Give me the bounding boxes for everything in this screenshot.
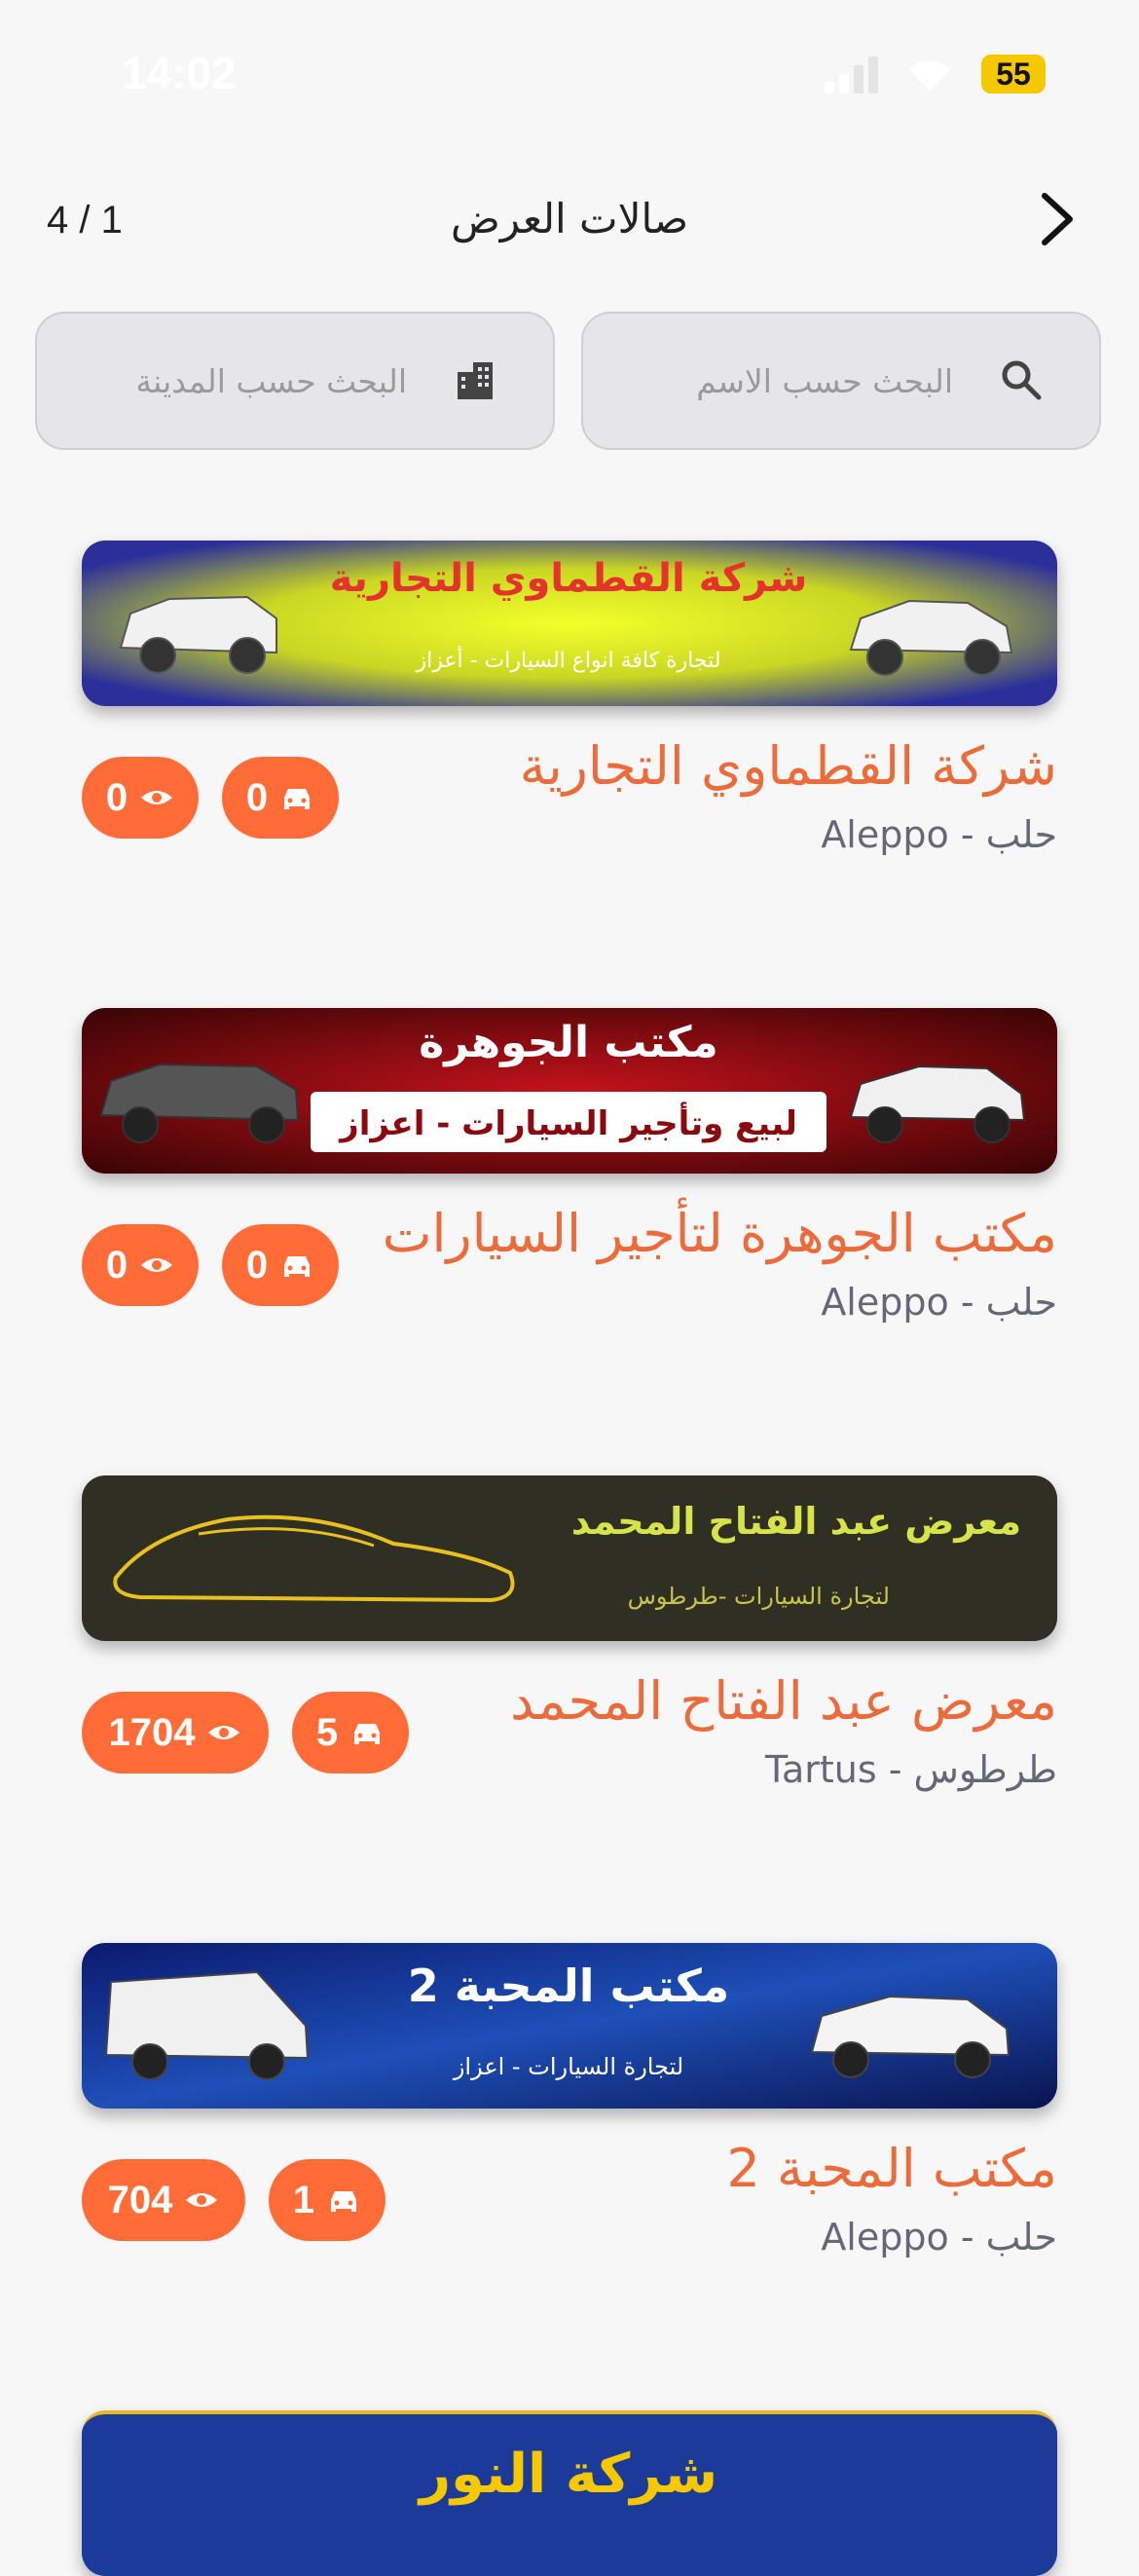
city-buildings-icon — [458, 362, 493, 399]
signal-icon — [825, 56, 878, 93]
city-search-placeholder: البحث حسب المدينة — [135, 362, 407, 400]
views-count-badge: 0 — [82, 1224, 199, 1306]
views-count: 0 — [105, 775, 129, 819]
showroom-city: Aleppo - حلب — [821, 813, 1057, 856]
city-search-input[interactable]: البحث حسب المدينة — [35, 312, 555, 450]
views-count-badge: 704 — [82, 2159, 245, 2241]
banner-image: معرض عبد الفتاح المحمد لتجارة السيارات -… — [82, 1475, 1057, 1641]
car-icon — [284, 1256, 311, 1277]
showroom-name: معرض عبد الفتاح المحمد — [510, 1670, 1057, 1732]
views-count: 0 — [105, 1243, 129, 1287]
name-search-input[interactable]: البحث حسب الاسم — [581, 312, 1101, 450]
cars-count-badge: 0 — [222, 1224, 339, 1306]
showroom-banner[interactable]: مكتب الجوهرة لبيع وتأجير السيارات - اعزا… — [82, 1008, 1057, 1174]
cars-count: 0 — [245, 1243, 269, 1287]
showroom-city: Tartus - طرطوس — [765, 1748, 1057, 1791]
cars-count: 0 — [245, 775, 269, 819]
banner-subtitle: لتجارة السيارات -طرطوس — [628, 1583, 890, 1610]
cars-count-badge: 5 — [292, 1692, 409, 1773]
status-bar: 14:02 55 — [0, 0, 1139, 146]
showroom-city: Aleppo - حلب — [821, 1281, 1057, 1324]
wifi-icon — [909, 60, 950, 93]
cars-count: 5 — [315, 1710, 339, 1754]
eye-icon — [141, 1258, 173, 1272]
showroom-banner[interactable]: شركة القطماوي التجارية لتجارة كافة انواع… — [82, 541, 1057, 706]
cars-count: 1 — [292, 2178, 315, 2221]
battery-indicator: 55 — [981, 55, 1046, 93]
header: 4 / 1 صالات العرض — [0, 175, 1139, 263]
banner-image: مكتب المحبة 2 لتجارة السيارات - اعزاز — [82, 1943, 1057, 2109]
showroom-banner[interactable]: معرض عبد الفتاح المحمد لتجارة السيارات -… — [82, 1475, 1057, 1641]
banner-title: شركة النور — [417, 2443, 717, 2506]
name-search-placeholder: البحث حسب الاسم — [696, 362, 953, 400]
banner-image: شركة القطماوي التجارية لتجارة كافة انواع… — [82, 541, 1057, 706]
eye-icon — [186, 2193, 218, 2207]
car-icon — [284, 789, 311, 809]
eye-icon — [141, 791, 173, 804]
status-time: 14:02 — [122, 48, 237, 98]
banner-title: شركة القطماوي التجارية — [330, 556, 808, 601]
back-chevron-icon[interactable] — [1027, 190, 1085, 248]
views-count-badge: 1704 — [82, 1692, 269, 1773]
views-count: 704 — [107, 2178, 173, 2221]
banner-subtitle: لتجارة كافة انواع السيارات - أعزاز — [416, 646, 721, 673]
showroom-name: شركة القطماوي التجارية — [519, 735, 1057, 797]
banner-image: شركة النور — [82, 2414, 1057, 2576]
showroom-banner[interactable]: شركة النور — [82, 2410, 1057, 2576]
banner-subtitle: لتجارة السيارات - اعزاز — [453, 2053, 683, 2080]
banner-image: مكتب الجوهرة لبيع وتأجير السيارات - اعزا… — [82, 1008, 1057, 1174]
showroom-name: مكتب المحبة 2 — [726, 2138, 1057, 2199]
page-title: صالات العرض — [451, 195, 688, 243]
car-icon — [331, 2191, 357, 2212]
cars-count-badge: 1 — [269, 2159, 386, 2241]
showroom-name: مكتب الجوهرة لتأجير السيارات — [382, 1203, 1057, 1264]
banner-title: مكتب المحبة 2 — [408, 1960, 729, 2012]
banner-subtitle: لبيع وتأجير السيارات - اعزاز — [338, 1101, 797, 1143]
cars-count-badge: 0 — [222, 757, 339, 839]
eye-icon — [208, 1726, 240, 1739]
showroom-banner[interactable]: مكتب المحبة 2 لتجارة السيارات - اعزاز — [82, 1943, 1057, 2109]
search-icon — [1002, 360, 1042, 400]
banner-title: مكتب الجوهرة — [419, 1018, 717, 1067]
car-icon — [354, 1724, 381, 1744]
views-count: 1704 — [108, 1710, 196, 1754]
showroom-city: Aleppo - حلب — [821, 2216, 1057, 2259]
banner-title: معرض عبد الفتاح المحمد — [571, 1500, 1021, 1543]
views-count-badge: 0 — [82, 757, 199, 839]
